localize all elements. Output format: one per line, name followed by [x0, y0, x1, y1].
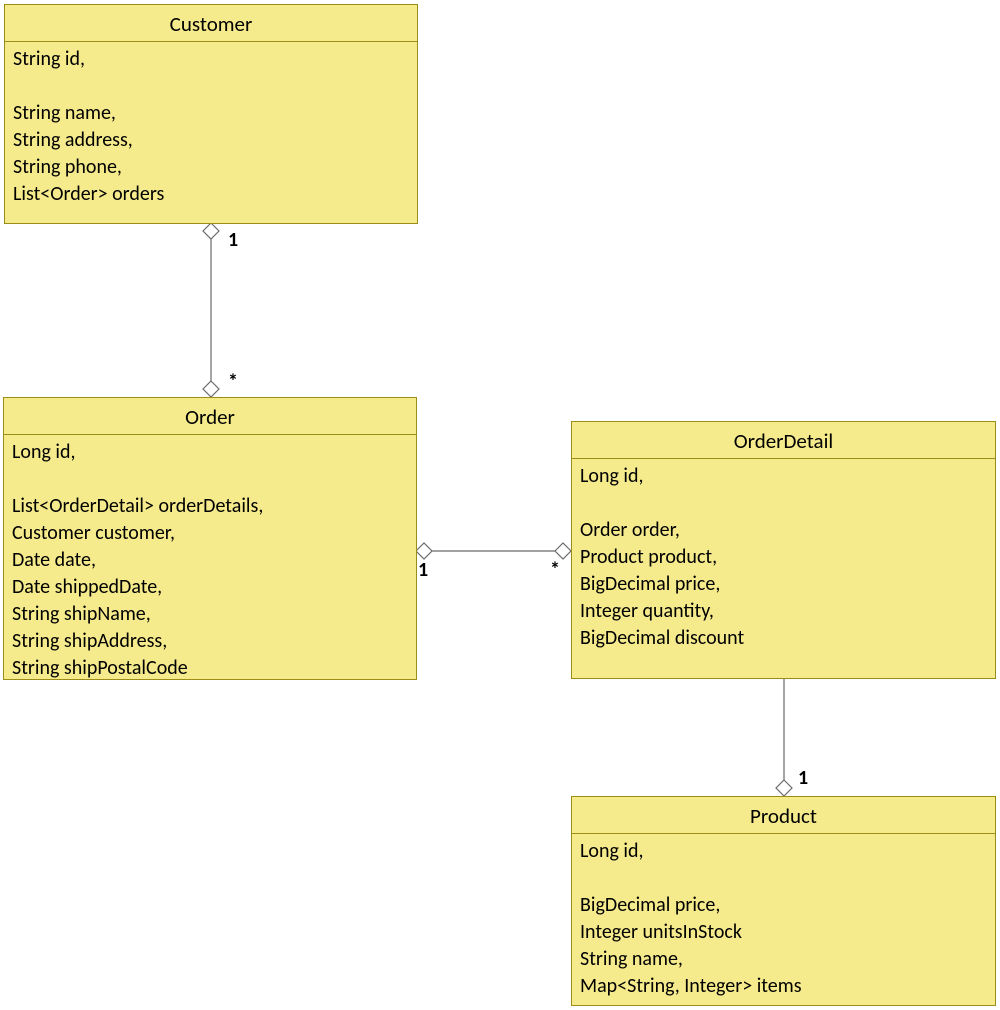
mult-orderdetail-product-bottom: 1: [798, 766, 808, 790]
mult-order-detail-left: 1: [418, 558, 428, 582]
class-customer-title: Customer: [5, 5, 417, 42]
class-customer: Customer String id, String name, String …: [4, 4, 418, 224]
class-product: Product Long id, BigDecimal price, Integ…: [571, 796, 996, 1006]
class-orderdetail-body: Long id, Order order, Product product, B…: [572, 459, 995, 660]
class-order-title: Order: [4, 398, 416, 435]
mult-customer-order-bottom: *: [228, 370, 238, 394]
mult-order-detail-right: *: [550, 558, 560, 582]
class-customer-body: String id, String name, String address, …: [5, 42, 417, 216]
class-order: Order Long id, List<OrderDetail> orderDe…: [3, 397, 417, 680]
class-product-body: Long id, BigDecimal price, Integer units…: [572, 834, 995, 1008]
class-orderdetail: OrderDetail Long id, Order order, Produc…: [571, 421, 996, 679]
class-order-body: Long id, List<OrderDetail> orderDetails,…: [4, 435, 416, 690]
class-orderdetail-title: OrderDetail: [572, 422, 995, 459]
mult-customer-order-top: 1: [228, 228, 238, 252]
uml-class-diagram: Customer String id, String name, String …: [0, 0, 1000, 1010]
class-product-title: Product: [572, 797, 995, 834]
